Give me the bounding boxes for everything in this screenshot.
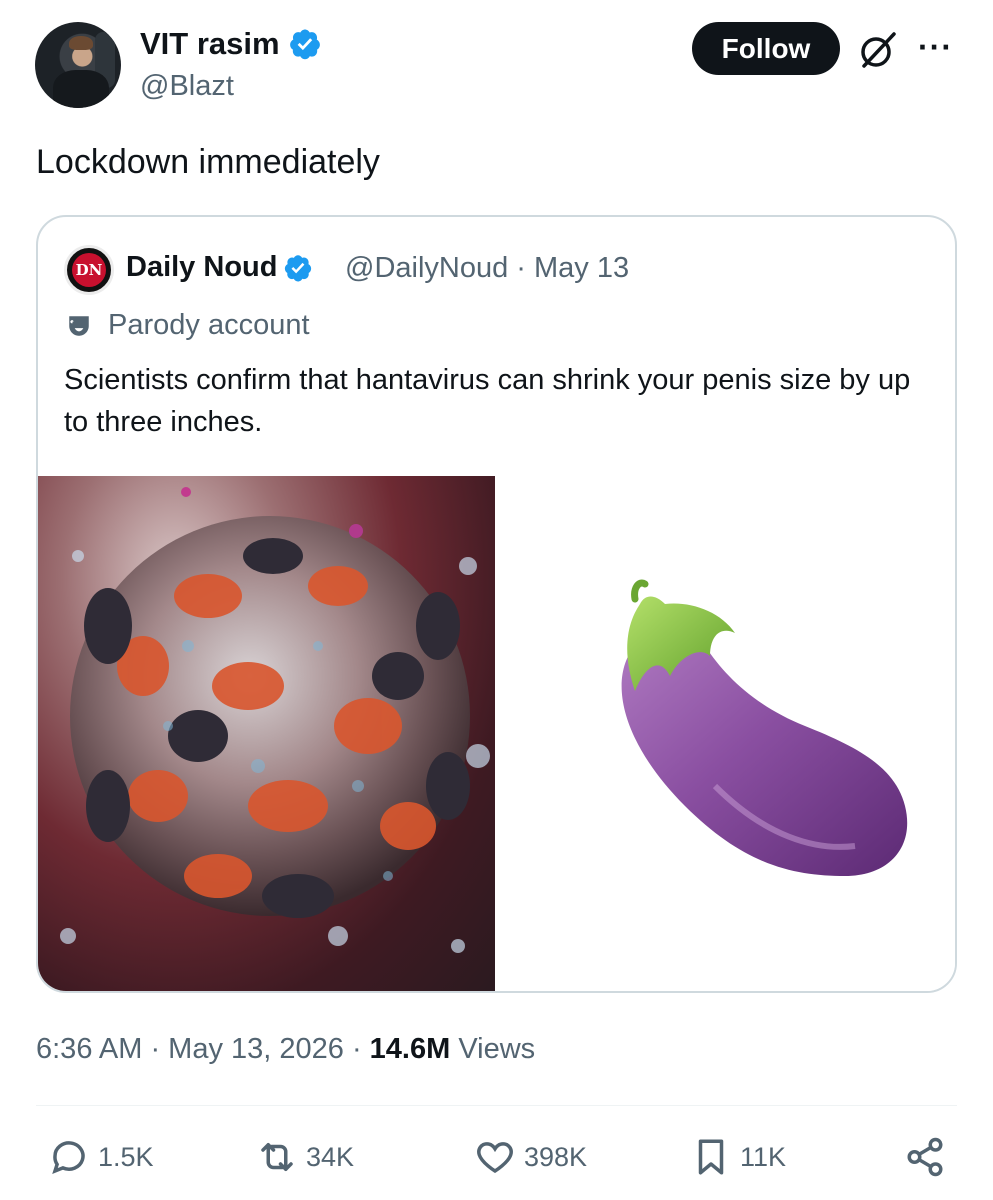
like-icon [477,1142,513,1174]
repost-count: 34K [306,1141,355,1172]
quoted-avatar[interactable]: DN [64,245,114,295]
views-label: Views [450,1033,536,1065]
verified-badge-icon [285,254,312,281]
like-button[interactable]: 398K [474,1135,587,1179]
quoted-author-name[interactable]: Daily Noud [126,251,277,284]
divider [36,1105,957,1106]
like-count: 398K [524,1141,588,1172]
bookmark-count: 11K [740,1141,787,1172]
repost-button[interactable]: 34K [256,1135,354,1179]
repost-icon [261,1143,293,1171]
share-icon [907,1137,943,1177]
grok-icon[interactable] [856,28,900,72]
reply-icon [52,1141,85,1174]
views-count: 14.6M [369,1033,451,1065]
author-avatar[interactable] [35,22,121,108]
quoted-handle-date: @DailyNoud · May 13 [345,252,630,284]
reply-count: 1.5K [98,1141,154,1172]
verified-badge-icon [289,29,320,60]
share-button[interactable] [904,1135,954,1179]
quoted-text: Scientists confirm that hantavirus can s… [64,364,911,438]
parody-mask-icon [69,316,89,336]
author-name[interactable]: VIT rasim [140,26,280,62]
post-time-date[interactable]: 6:36 AM · May 13, 2026 · [36,1033,370,1065]
quoted-post-card[interactable]: DN Daily Noud @DailyNoud · May 13 Parody… [36,215,957,993]
virus-image[interactable] [38,476,495,991]
reply-button[interactable]: 1.5K [48,1135,154,1179]
author-name-row[interactable]: VIT rasim [140,26,322,62]
tweet-text: Lockdown immediately [36,143,380,181]
bookmark-icon [698,1139,724,1175]
more-icon[interactable]: ··· [918,31,958,63]
parody-label: Parody account [108,309,310,341]
author-handle[interactable]: @Blazt [140,70,234,103]
eggplant-image[interactable] [495,476,955,991]
bookmark-button[interactable]: 11K [690,1135,786,1179]
quoted-avatar-logo: DN [72,253,106,287]
quoted-name-row[interactable]: Daily Noud [126,251,313,284]
post-timestamp: 6:36 AM · May 13, 2026 · 14.6M Views [36,1033,535,1066]
follow-button[interactable]: Follow [692,22,840,75]
